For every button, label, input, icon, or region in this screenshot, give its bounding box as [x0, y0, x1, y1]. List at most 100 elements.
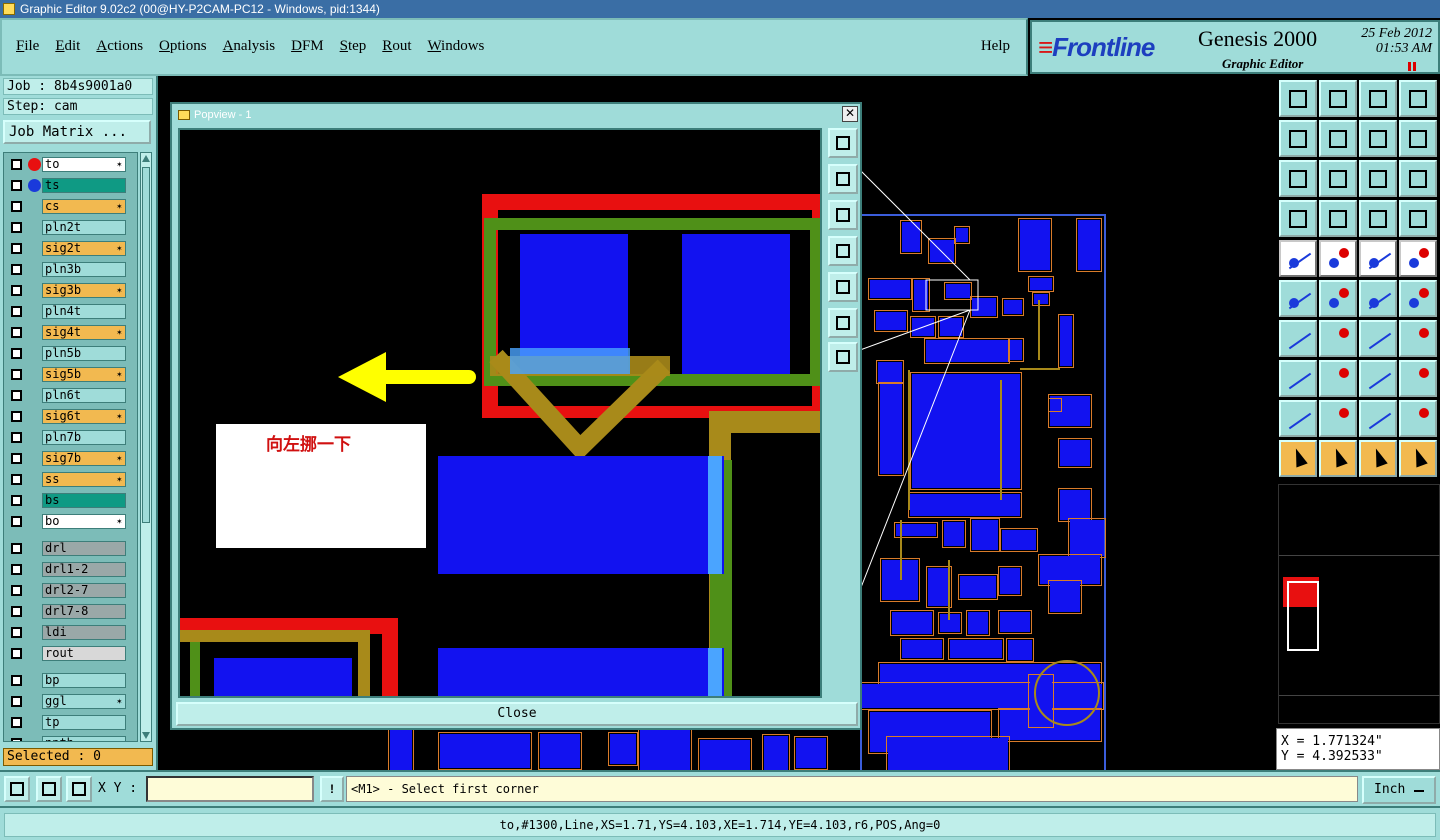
line-angle-button[interactable]	[1279, 320, 1317, 357]
layer-checkbox[interactable]	[11, 432, 22, 443]
layer-checkbox[interactable]	[11, 369, 22, 380]
redraw-button[interactable]	[1359, 120, 1397, 157]
pan-down-button[interactable]	[828, 200, 858, 230]
grid-button[interactable]	[66, 776, 92, 802]
layer-checkbox[interactable]	[11, 495, 22, 506]
zoom-home-button[interactable]	[1279, 80, 1317, 117]
zoom-in-button[interactable]	[828, 128, 858, 158]
popview-titlebar[interactable]: Popview - 1	[174, 106, 858, 124]
grid-button[interactable]	[1319, 200, 1357, 237]
layer-checkbox[interactable]	[11, 390, 22, 401]
layer-color-dot-icon[interactable]	[28, 179, 41, 192]
layer-name[interactable]: bo ✶	[42, 514, 126, 529]
layer-checkbox[interactable]	[11, 411, 22, 422]
select-feature-button[interactable]	[1279, 360, 1317, 397]
menu-rout[interactable]: Rout	[382, 38, 411, 55]
layer-name[interactable]: sig2t ✶	[42, 241, 126, 256]
layer-name[interactable]: pln7b	[42, 430, 126, 445]
layer-checkbox[interactable]	[11, 201, 22, 212]
layer-checkbox[interactable]	[11, 159, 22, 170]
layer-row-pln4t[interactable]: pln4t	[6, 304, 128, 319]
layer-row-cs[interactable]: cs ✶	[6, 199, 128, 214]
layer-name[interactable]: pln3b	[42, 262, 126, 277]
layer-row-rout[interactable]: rout	[6, 646, 128, 661]
layer-name[interactable]: tp	[42, 715, 126, 730]
layer-name[interactable]: bp	[42, 673, 126, 688]
layer-name[interactable]: ss ✶	[42, 472, 126, 487]
layer-row-sig7b[interactable]: sig7b ✶	[6, 451, 128, 466]
dimension-button[interactable]	[1359, 360, 1397, 397]
menu-dfm[interactable]: DFM	[291, 38, 324, 55]
layer-checkbox[interactable]	[11, 564, 22, 575]
menu-step[interactable]: Step	[340, 38, 367, 55]
zoom-out-button[interactable]	[828, 342, 858, 372]
layer-name[interactable]: sig5b ✶	[42, 367, 126, 382]
layer-name[interactable]: drl	[42, 541, 126, 556]
layer-name[interactable]: cs ✶	[42, 199, 126, 214]
layer-row-ss[interactable]: ss ✶	[6, 472, 128, 487]
layer-color-dot-icon[interactable]	[28, 158, 41, 171]
unit-select[interactable]: Inch	[1362, 776, 1436, 804]
mini-map[interactable]	[1278, 484, 1440, 724]
polygon-net-button[interactable]	[1319, 400, 1357, 437]
trim-button[interactable]	[1319, 360, 1357, 397]
layer-row-ggl[interactable]: ggl ✶	[6, 694, 128, 709]
layer-row-bs[interactable]: bs	[6, 493, 128, 508]
layer-name[interactable]: sig6t ✶	[42, 409, 126, 424]
reshape-button[interactable]	[1399, 360, 1437, 397]
layer-checkbox[interactable]	[11, 585, 22, 596]
layer-row-ts[interactable]: ts	[6, 178, 128, 193]
pan-right-button[interactable]	[828, 272, 858, 302]
layer-scrollbar[interactable]	[140, 152, 152, 742]
pan-left-button[interactable]	[828, 236, 858, 266]
scroll-up-icon[interactable]	[142, 155, 150, 162]
menu-file[interactable]: File	[16, 38, 39, 55]
layer-row-npth[interactable]: npth	[6, 736, 128, 741]
layer-checkbox[interactable]	[11, 648, 22, 659]
pan-right-button[interactable]	[1319, 120, 1357, 157]
layer-name[interactable]: sig4t ✶	[42, 325, 126, 340]
menu-actions[interactable]: Actions	[96, 38, 143, 55]
zoom-back-button[interactable]	[1319, 80, 1357, 117]
select-touch-button[interactable]	[1359, 440, 1397, 477]
fit-view-button[interactable]	[828, 308, 858, 338]
scale-1-2-button[interactable]	[1359, 160, 1397, 197]
pan-up-button[interactable]	[828, 164, 858, 194]
menu-help[interactable]: Help	[981, 38, 1010, 55]
layer-checkbox[interactable]	[11, 606, 22, 617]
layer-checkbox[interactable]	[11, 543, 22, 554]
layer-row-to[interactable]: to ✶	[6, 157, 128, 172]
layer-row-sig2t[interactable]: sig2t ✶	[6, 241, 128, 256]
menu-analysis[interactable]: Analysis	[223, 38, 276, 55]
layer-row-bo[interactable]: bo ✶	[6, 514, 128, 529]
layer-checkbox[interactable]	[11, 474, 22, 485]
pause-icon[interactable]	[1408, 62, 1416, 71]
pan-left-button[interactable]	[1279, 120, 1317, 157]
add-text-button[interactable]	[1399, 240, 1437, 277]
layer-name[interactable]: drl1-2	[42, 562, 126, 577]
layer-row-pln6t[interactable]: pln6t	[6, 388, 128, 403]
layer-checkbox[interactable]	[11, 516, 22, 527]
zoom-window-button[interactable]	[1359, 80, 1397, 117]
layer-name[interactable]: bs	[42, 493, 126, 508]
layer-name[interactable]: ts	[42, 178, 126, 193]
layer-row-sig6t[interactable]: sig6t ✶	[6, 409, 128, 424]
layer-row-ldi[interactable]: ldi	[6, 625, 128, 640]
layer-name[interactable]: ggl ✶	[42, 694, 126, 709]
layer-name[interactable]: sig7b ✶	[42, 451, 126, 466]
xy-input[interactable]	[146, 776, 314, 802]
layer-row-sig3b[interactable]: sig3b ✶	[6, 283, 128, 298]
arc-button[interactable]	[1359, 320, 1397, 357]
layer-name[interactable]: drl7-8	[42, 604, 126, 619]
menu-windows[interactable]: Windows	[427, 38, 484, 55]
layer-row-pln7b[interactable]: pln7b	[6, 430, 128, 445]
menu-edit[interactable]: Edit	[55, 38, 80, 55]
layer-compare-button[interactable]	[1359, 200, 1397, 237]
add-pad-button[interactable]	[1279, 240, 1317, 277]
select-box-button[interactable]	[1319, 440, 1357, 477]
layer-name[interactable]: to ✶	[42, 157, 126, 172]
layer-checkbox[interactable]	[11, 222, 22, 233]
job-matrix-button[interactable]: Job Matrix ...	[3, 120, 151, 144]
layer-row-sig4t[interactable]: sig4t ✶	[6, 325, 128, 340]
alert-button[interactable]: !	[320, 776, 344, 802]
